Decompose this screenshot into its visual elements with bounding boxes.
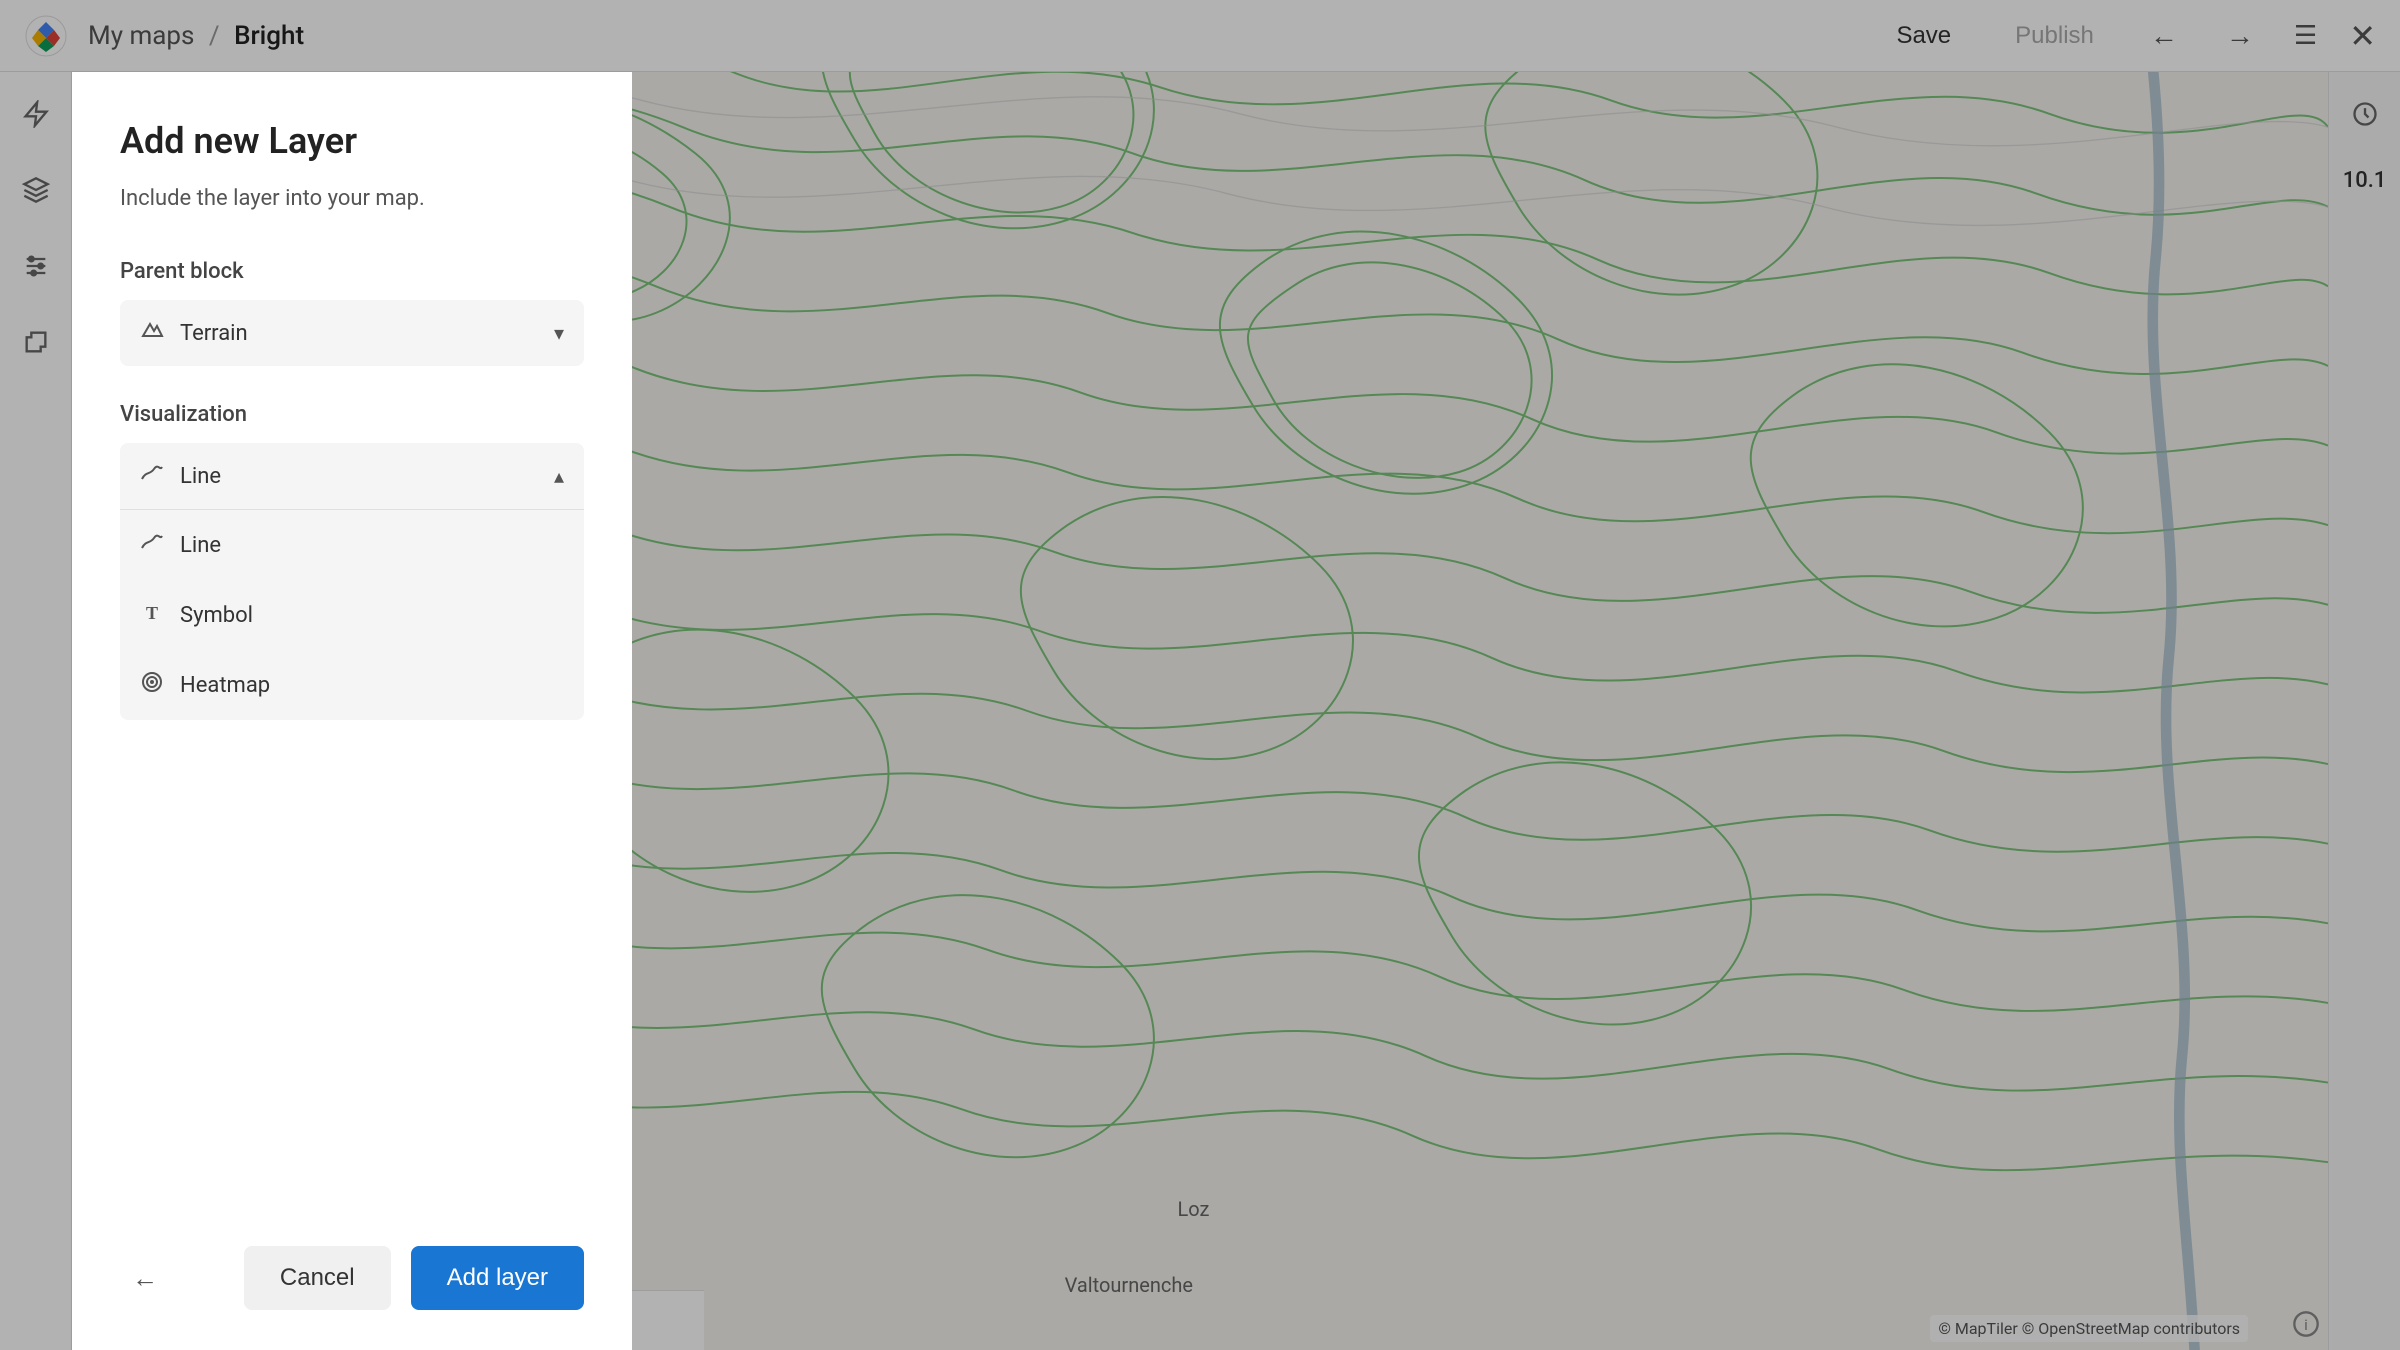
modal-overlay: Add new Layer Include the layer into you… [0,0,2400,1350]
back-button[interactable]: ← [120,1251,170,1306]
heatmap-icon [140,670,164,700]
parent-block-select[interactable]: Terrain ▾ [120,300,584,366]
line-icon [140,530,164,560]
visualization-container: Line ▴ Line T [120,443,584,720]
chevron-down-icon: ▾ [554,321,564,345]
vis-option-heatmap[interactable]: Heatmap [120,650,584,720]
symbol-icon: T [140,600,164,630]
visualization-label: Visualization [120,402,584,427]
vis-option-line[interactable]: Line [120,510,584,580]
add-layer-modal: Add new Layer Include the layer into you… [72,72,632,1350]
modal-footer: ← Cancel Add layer [120,1246,584,1310]
visualization-select[interactable]: Line ▴ [120,443,584,510]
visualization-selected-value: Line [180,464,554,489]
add-layer-button[interactable]: Add layer [411,1246,584,1310]
svg-text:T: T [146,603,158,623]
parent-block-value: Terrain [180,321,554,346]
chevron-up-icon: ▴ [554,464,564,488]
line-icon-selected [140,461,164,491]
parent-block-label: Parent block [120,259,584,284]
modal-title: Add new Layer [120,120,584,162]
cancel-button[interactable]: Cancel [244,1246,391,1310]
vis-option-line-label: Line [180,533,221,558]
vis-option-symbol[interactable]: T Symbol [120,580,584,650]
modal-subtitle: Include the layer into your map. [120,186,584,211]
vis-option-symbol-label: Symbol [180,603,253,628]
vis-option-heatmap-label: Heatmap [180,673,270,698]
terrain-icon [140,318,164,348]
visualization-dropdown: Line T Symbol [120,510,584,720]
